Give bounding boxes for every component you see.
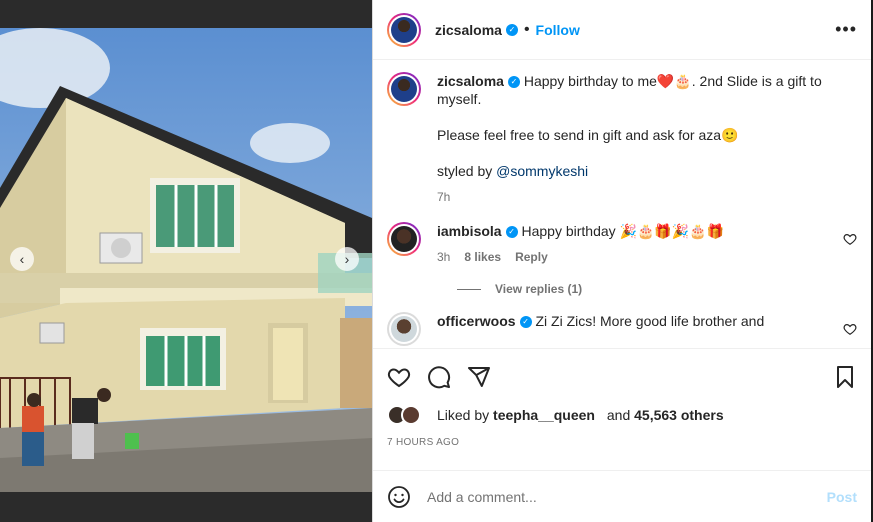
- verified-badge-icon: ✓: [505, 23, 518, 36]
- chevron-right-icon: ›: [344, 251, 350, 267]
- comment-likes[interactable]: 8 likes: [464, 248, 501, 266]
- comment-row: officerwoos ✓ Zi Zi Zics! More good life …: [387, 312, 857, 346]
- post-details-panel: zicsaloma ✓ • Follow ••• zicsaloma ✓ Happ…: [372, 0, 871, 522]
- verified-badge-icon: ✓: [507, 76, 520, 89]
- post-actions: Liked by teepha__queen and 45,563 others…: [373, 348, 871, 448]
- verified-badge-icon: ✓: [519, 316, 532, 329]
- author-username[interactable]: zicsaloma: [435, 22, 502, 38]
- commenter-username[interactable]: iambisola: [437, 223, 502, 239]
- commenter-avatar[interactable]: [387, 222, 421, 256]
- likes-summary[interactable]: Liked by teepha__queen and 45,563 others: [387, 405, 857, 425]
- liker-username[interactable]: teepha__queen: [493, 407, 595, 423]
- comment-time: 3h: [437, 250, 451, 264]
- comment-input[interactable]: [427, 488, 811, 505]
- mention-link[interactable]: @sommykeshi: [496, 163, 588, 179]
- caption-body: zicsaloma ✓ Happy birthday to me❤️🎂. 2nd …: [437, 72, 857, 206]
- caption-meta: 7h: [437, 188, 857, 206]
- likes-count[interactable]: 45,563 others: [634, 407, 724, 423]
- chevron-left-icon: ‹: [19, 251, 25, 267]
- backdrop-bottom: [0, 492, 372, 522]
- reply-button[interactable]: Reply: [515, 248, 548, 266]
- carousel-next-button[interactable]: ›: [335, 247, 359, 271]
- separator-dot: •: [523, 20, 530, 38]
- post-modal: ‹ › zicsaloma ✓ • Follow ••• zicsaloma ✓ …: [0, 0, 873, 522]
- more-options-icon[interactable]: •••: [835, 19, 857, 40]
- likes-text: Liked by teepha__queen and 45,563 others: [437, 407, 724, 423]
- author-avatar[interactable]: [387, 72, 421, 106]
- caption-line2: Please feel free to send in gift and ask…: [437, 127, 739, 143]
- verified-badge-icon: ✓: [505, 226, 518, 239]
- commenter-username[interactable]: officerwoos: [437, 313, 516, 329]
- comment-text: Happy birthday 🎉🎂🎁🎉🎂🎁: [521, 223, 725, 239]
- share-icon[interactable]: [467, 365, 491, 389]
- save-icon[interactable]: [833, 365, 857, 389]
- emoji-icon[interactable]: [387, 485, 411, 509]
- like-comment-icon[interactable]: [843, 322, 857, 336]
- caption-line3: styled by @sommykeshi: [437, 162, 857, 180]
- caption-username[interactable]: zicsaloma: [437, 73, 504, 89]
- house-photo: [0, 28, 372, 492]
- comment-text: Zi Zi Zics! More good life brother and: [535, 313, 765, 329]
- caption: zicsaloma ✓ Happy birthday to me❤️🎂. 2nd …: [387, 72, 857, 206]
- comments-list[interactable]: zicsaloma ✓ Happy birthday to me❤️🎂. 2nd …: [373, 60, 871, 348]
- comment-row: iambisola ✓ Happy birthday 🎉🎂🎁🎉🎂🎁 3h 8 li…: [387, 222, 857, 266]
- post-comment-button[interactable]: Post: [827, 489, 857, 505]
- commenter-avatar[interactable]: [387, 312, 421, 346]
- caption-time: 7h: [437, 190, 451, 204]
- view-replies-button[interactable]: View replies (1): [457, 282, 857, 296]
- follow-button[interactable]: Follow: [536, 22, 580, 38]
- view-replies-label: View replies (1): [495, 282, 583, 296]
- comment-body: officerwoos ✓ Zi Zi Zics! More good life …: [437, 312, 827, 346]
- like-comment-icon[interactable]: [843, 232, 857, 246]
- comment-meta: 3h 8 likes Reply: [437, 248, 827, 266]
- add-comment-bar: Post: [373, 470, 871, 522]
- author-avatar[interactable]: [387, 12, 421, 47]
- backdrop-top: [0, 0, 372, 28]
- post-photo[interactable]: ‹ ›: [0, 28, 372, 492]
- carousel-prev-button[interactable]: ‹: [10, 247, 34, 271]
- post-timestamp: 7 HOURS AGO: [387, 437, 460, 448]
- post-header: zicsaloma ✓ • Follow •••: [373, 0, 871, 60]
- like-icon[interactable]: [387, 365, 411, 389]
- comment-icon[interactable]: [427, 365, 451, 389]
- action-icons: [387, 365, 857, 389]
- caption-styled-by: styled by: [437, 163, 497, 179]
- comment-body: iambisola ✓ Happy birthday 🎉🎂🎁🎉🎂🎁 3h 8 li…: [437, 222, 827, 266]
- liker-avatar: [401, 405, 421, 425]
